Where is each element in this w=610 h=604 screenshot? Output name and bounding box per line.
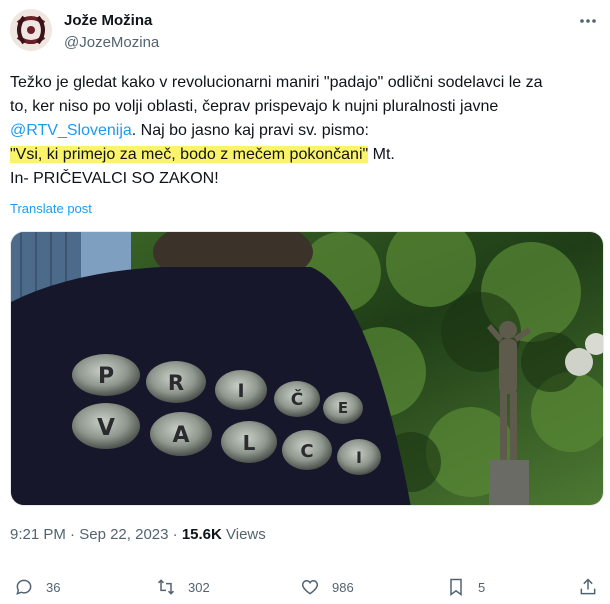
post-line: "Vsi, ki primejo za meč, bodo z mečem po…: [10, 143, 602, 167]
bookmark-icon: [450, 578, 462, 596]
post-line-rest: . Naj bo jasno kaj pravi sv. pismo:: [131, 122, 369, 139]
shirt-letter: E: [338, 399, 348, 417]
views-count: 15.6K: [181, 526, 222, 543]
post-date[interactable]: Sep 22, 2023: [79, 526, 168, 543]
avatar[interactable]: [10, 9, 52, 51]
shirt-letter: Č: [291, 388, 303, 410]
reply-button[interactable]: 36: [14, 576, 60, 598]
repost-count: 302: [188, 579, 210, 595]
shirt-letter: P: [98, 364, 114, 389]
shirt-letter: V: [97, 415, 115, 441]
more-options-icon[interactable]: [578, 11, 598, 31]
shirt-letter: C: [300, 441, 313, 462]
post-text: Težko je gledat kako v revolucionarni ma…: [10, 71, 602, 191]
author-name[interactable]: Jože Možina: [64, 12, 152, 29]
post-meta: 9:21 PM · Sep 22, 2023 · 15.6K Views: [10, 526, 266, 543]
meta-separator: ·: [65, 526, 80, 543]
repost-button[interactable]: 302: [156, 576, 210, 598]
shirt-letter: I: [356, 448, 362, 467]
action-bar: 36 302 986 5: [0, 570, 610, 604]
like-button[interactable]: 986: [300, 576, 354, 598]
bookmark-count: 5: [478, 579, 486, 595]
post-line: to, ker niso po volji oblasti, čeprav pr…: [10, 98, 499, 115]
reply-count: 36: [46, 579, 61, 595]
quote-suffix: Mt.: [368, 146, 395, 163]
shirt-letter: L: [243, 431, 256, 455]
mention-link[interactable]: @RTV_Slovenija: [10, 122, 132, 139]
post-time[interactable]: 9:21 PM: [10, 526, 66, 543]
post-line: In- PRIČEVALCI SO ZAKON!: [10, 170, 219, 187]
heart-icon: [301, 579, 319, 595]
meta-separator: ·: [168, 526, 182, 543]
post-header: Jože Možina @JozeMozina: [0, 0, 610, 60]
shirt-letter: R: [168, 371, 184, 395]
share-icon: [580, 578, 596, 595]
post-line: @RTV_Slovenija. Naj bo jasno kaj pravi s…: [10, 119, 602, 143]
like-count: 986: [332, 579, 354, 595]
reply-icon: [16, 579, 32, 595]
photo: P R I Č E V A L C I: [11, 232, 603, 505]
repost-icon: [157, 579, 175, 595]
avatar-icon: [10, 9, 52, 51]
translate-post-link[interactable]: Translate post: [10, 201, 92, 216]
post-line: Težko je gledat kako v revolucionarni ma…: [10, 74, 543, 91]
share-button[interactable]: [578, 576, 610, 598]
shirt-letter: I: [237, 380, 244, 402]
author-handle[interactable]: @JozeMozina: [64, 34, 159, 51]
shirt-letter: A: [172, 423, 189, 448]
highlighted-quote: "Vsi, ki primejo za meč, bodo z mečem po…: [10, 146, 369, 163]
bookmark-button[interactable]: 5: [446, 576, 485, 598]
post-image[interactable]: P R I Č E V A L C I: [10, 231, 604, 506]
views-label: Views: [221, 526, 266, 543]
